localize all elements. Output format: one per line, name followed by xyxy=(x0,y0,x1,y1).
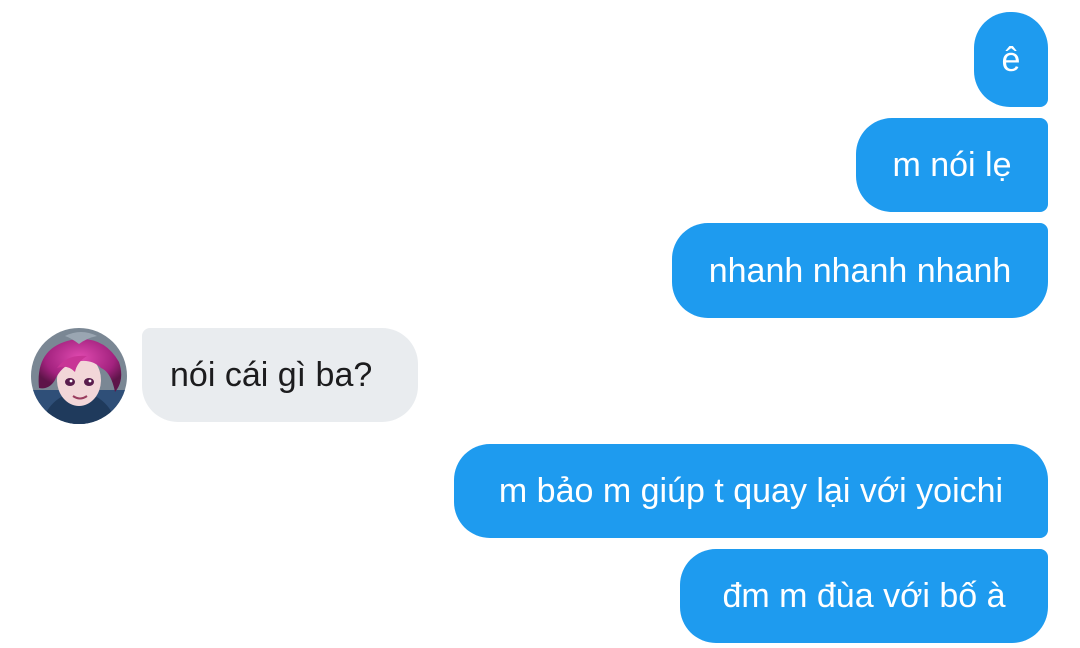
outgoing-message-bubble[interactable]: m bảo m giúp t quay lại với yoichi xyxy=(454,444,1048,538)
message-text: m nói lẹ xyxy=(892,146,1012,184)
message-text: nhanh nhanh nhanh xyxy=(708,251,1012,290)
outgoing-message-bubble[interactable]: nhanh nhanh nhanh xyxy=(672,223,1048,318)
message-text: ê xyxy=(1001,40,1021,79)
outgoing-message-bubble[interactable]: ê xyxy=(974,12,1048,107)
outgoing-message-bubble[interactable]: m nói lẹ xyxy=(856,118,1048,212)
contact-avatar-icon[interactable] xyxy=(31,328,127,424)
message-text: đm m đùa với bố à xyxy=(722,577,1006,615)
incoming-message-bubble[interactable]: nói cái gì ba? xyxy=(142,328,418,422)
outgoing-message-bubble[interactable]: đm m đùa với bố à xyxy=(680,549,1048,643)
message-text: m bảo m giúp t quay lại với yoichi xyxy=(498,472,1004,510)
message-text: nói cái gì ba? xyxy=(170,356,373,394)
